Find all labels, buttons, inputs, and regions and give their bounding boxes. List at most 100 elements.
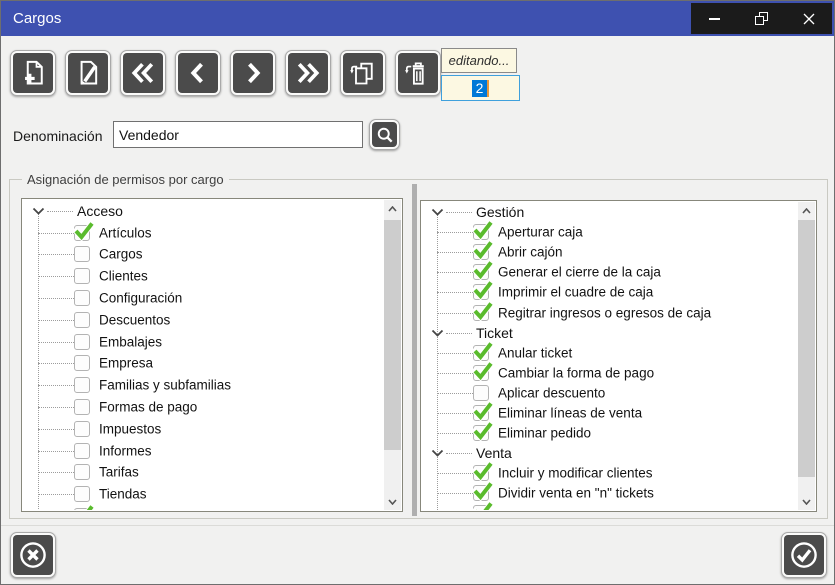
tree-item-label: Tarifas xyxy=(99,465,139,480)
tree-item-row[interactable]: Empresa xyxy=(23,353,384,375)
tree-item-row[interactable]: Regitrar ingresos o egresos de caja xyxy=(422,302,798,322)
tree-item-row[interactable]: Embalajes xyxy=(23,331,384,353)
previous-button[interactable] xyxy=(175,50,221,96)
tree-connector xyxy=(446,212,472,213)
tree-item-label: Imprimir el cuadre de caja xyxy=(498,285,653,300)
tree-item-row[interactable] xyxy=(422,503,798,510)
tree-item-row[interactable]: Cambiar la forma de pago xyxy=(422,363,798,383)
checkbox-checked[interactable] xyxy=(473,305,489,321)
scroll-up-button[interactable] xyxy=(384,200,401,217)
text-caret xyxy=(487,80,489,97)
chevron-down-icon[interactable] xyxy=(431,449,444,457)
titlebar: Cargos xyxy=(1,1,834,36)
tree-item-row[interactable]: Tarifas xyxy=(23,462,384,484)
checkbox-checked[interactable] xyxy=(473,505,489,510)
tree-group-label: Gestión xyxy=(476,204,524,220)
checkbox-checked[interactable] xyxy=(473,485,489,501)
tree-item-label: Familias y subfamilias xyxy=(99,378,231,393)
tree-item-row[interactable]: TPV xyxy=(23,505,384,510)
tree-item-label: Formas de pago xyxy=(99,400,197,415)
tree-splitter[interactable] xyxy=(412,184,417,516)
checkbox-checked[interactable] xyxy=(473,345,489,361)
close-button[interactable] xyxy=(785,3,832,34)
tree-item-label: Incluir y modificar clientes xyxy=(498,466,653,481)
checkbox-unchecked[interactable] xyxy=(473,385,489,401)
tree-item-row[interactable]: Informes xyxy=(23,440,384,462)
checkbox-unchecked[interactable] xyxy=(74,246,90,262)
tree-item-row[interactable]: Cargos xyxy=(23,244,384,266)
tree-connector xyxy=(437,493,473,494)
tree-item-row[interactable]: Eliminar pedido xyxy=(422,423,798,443)
scroll-track[interactable] xyxy=(798,219,815,493)
cancel-button[interactable] xyxy=(10,532,56,578)
checkbox-unchecked[interactable] xyxy=(74,443,90,459)
tree-connector xyxy=(38,363,74,364)
checkbox-unchecked[interactable] xyxy=(74,486,90,502)
checkbox-checked[interactable] xyxy=(473,365,489,381)
checkbox-checked[interactable] xyxy=(74,508,90,510)
scroll-thumb[interactable] xyxy=(798,220,815,477)
checkbox-unchecked[interactable] xyxy=(74,464,90,480)
checkbox-checked[interactable] xyxy=(473,264,489,280)
denominacion-input[interactable] xyxy=(113,121,363,148)
search-button[interactable] xyxy=(369,119,400,150)
checkbox-checked[interactable] xyxy=(473,465,489,481)
scroll-thumb[interactable] xyxy=(384,220,401,450)
copy-icon xyxy=(349,59,377,87)
scroll-down-button[interactable] xyxy=(798,493,815,510)
scrollbar-left xyxy=(384,200,401,510)
record-id-field[interactable]: 2 xyxy=(441,75,520,101)
checkbox-unchecked[interactable] xyxy=(74,334,90,350)
checkbox-checked[interactable] xyxy=(473,425,489,441)
tree-group-label: Acceso xyxy=(77,203,123,219)
tree-connector xyxy=(437,353,473,354)
checkbox-unchecked[interactable] xyxy=(74,290,90,306)
checkbox-unchecked[interactable] xyxy=(74,355,90,371)
copy-button[interactable] xyxy=(340,50,386,96)
tree-group-row[interactable]: Acceso xyxy=(23,200,384,222)
chevron-down-icon[interactable] xyxy=(431,329,444,337)
tree-item-row[interactable]: Clientes xyxy=(23,265,384,287)
checkbox-checked[interactable] xyxy=(473,405,489,421)
tree-item-row[interactable]: Artículos xyxy=(23,222,384,244)
checkbox-checked[interactable] xyxy=(74,225,90,241)
checkbox-unchecked[interactable] xyxy=(74,399,90,415)
delete-button[interactable] xyxy=(395,50,441,96)
chevron-down-icon[interactable] xyxy=(431,208,444,216)
scroll-up-button[interactable] xyxy=(798,202,815,219)
chevron-down-icon[interactable] xyxy=(32,207,45,215)
scroll-track[interactable] xyxy=(384,217,401,493)
tree-connector xyxy=(47,211,73,212)
tree-item-row[interactable]: Descuentos xyxy=(23,309,384,331)
tree-group-label: Venta xyxy=(476,445,512,461)
next-button[interactable] xyxy=(230,50,276,96)
restore-button[interactable] xyxy=(738,3,785,34)
tree-item-row[interactable]: Formas de pago xyxy=(23,396,384,418)
checkbox-unchecked[interactable] xyxy=(74,312,90,328)
chevrons-left-icon xyxy=(129,59,157,87)
new-button[interactable] xyxy=(10,50,56,96)
checkbox-unchecked[interactable] xyxy=(74,377,90,393)
tree-connector xyxy=(437,413,473,414)
checkbox-checked[interactable] xyxy=(473,244,489,260)
checkbox-checked[interactable] xyxy=(473,224,489,240)
tree-connector xyxy=(437,373,473,374)
chevron-up-icon xyxy=(388,206,397,212)
last-button[interactable] xyxy=(285,50,331,96)
first-button[interactable] xyxy=(120,50,166,96)
scroll-down-button[interactable] xyxy=(384,493,401,510)
tree-connector xyxy=(38,276,74,277)
tree-item-label: Impuestos xyxy=(99,421,161,436)
tree-item-row[interactable]: Configuración xyxy=(23,287,384,309)
accept-button[interactable] xyxy=(781,532,827,578)
tree-connector xyxy=(38,451,74,452)
edit-button[interactable] xyxy=(65,50,111,96)
checkbox-unchecked[interactable] xyxy=(74,268,90,284)
minimize-button[interactable] xyxy=(691,3,738,34)
checkbox-unchecked[interactable] xyxy=(74,421,90,437)
tree-item-row[interactable]: Familias y subfamilias xyxy=(23,374,384,396)
checkbox-checked[interactable] xyxy=(473,284,489,300)
tree-item-row[interactable]: Tiendas xyxy=(23,483,384,505)
trash-icon xyxy=(404,59,432,87)
tree-item-row[interactable]: Impuestos xyxy=(23,418,384,440)
